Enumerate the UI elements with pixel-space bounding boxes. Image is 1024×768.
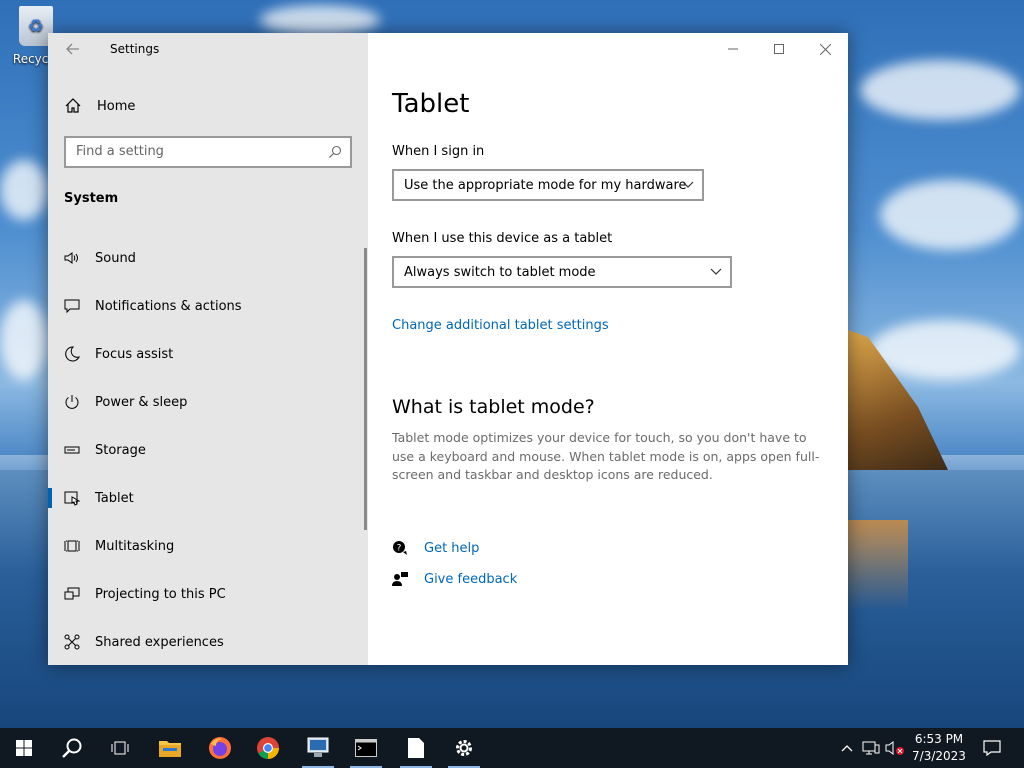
search-button[interactable] <box>48 728 96 768</box>
windows-logo-icon <box>16 740 32 756</box>
tablet-mode-value: Always switch to tablet mode <box>404 264 596 280</box>
notepad-button[interactable] <box>392 728 440 768</box>
sidebar-item-notifications[interactable]: Notifications & actions <box>48 282 368 330</box>
chrome-button[interactable] <box>244 728 292 768</box>
start-button[interactable] <box>0 728 48 768</box>
projecting-icon <box>64 587 80 600</box>
section-heading: System <box>64 191 119 206</box>
sidebar-item-label: Storage <box>95 442 146 458</box>
multitasking-icon <box>64 540 80 552</box>
minimize-button[interactable] <box>710 33 756 65</box>
sidebar-item-label: Power & sleep <box>95 394 188 410</box>
sign-in-value: Use the appropriate mode for my hardware <box>404 177 687 193</box>
moon-icon <box>65 346 80 362</box>
sidebar-item-tablet[interactable]: Tablet <box>48 474 368 522</box>
sidebar-item-sound[interactable]: Sound <box>48 234 368 282</box>
svg-text:?: ? <box>397 544 402 554</box>
notification-icon <box>983 740 1001 756</box>
page-title: Tablet <box>392 89 470 119</box>
title-bar[interactable]: Settings <box>48 33 368 66</box>
clock-date: 7/3/2023 <box>912 749 966 763</box>
chevron-down-icon <box>682 181 694 188</box>
give-feedback-link[interactable]: Give feedback <box>392 571 517 587</box>
sidebar-item-label: Projecting to this PC <box>95 586 226 602</box>
storage-icon <box>64 446 80 454</box>
firefox-icon <box>209 737 231 759</box>
sidebar-nav: Sound Notifications & actions Focus assi… <box>48 234 368 666</box>
power-icon <box>65 395 79 409</box>
sidebar: Settings Home Find a setting System Soun… <box>48 33 368 665</box>
remote-desktop-icon <box>307 737 329 757</box>
settings-window: Settings Home Find a setting System Soun… <box>48 33 848 665</box>
speaker-icon <box>64 252 78 264</box>
clock[interactable]: 6:53 PM 7/3/2023 <box>908 731 970 765</box>
search-icon <box>62 738 82 758</box>
sidebar-item-storage[interactable]: Storage <box>48 426 368 474</box>
chevron-up-icon <box>841 745 853 752</box>
close-button[interactable] <box>802 33 848 65</box>
settings-button[interactable] <box>440 728 488 768</box>
action-center-button[interactable] <box>978 728 1006 768</box>
additional-settings-link[interactable]: Change additional tablet settings <box>392 318 609 333</box>
network-tray[interactable] <box>860 728 882 768</box>
sidebar-item-label: Sound <box>95 250 136 266</box>
about-description: Tablet mode optimizes your device for to… <box>392 430 820 482</box>
home-nav-item[interactable]: Home <box>64 95 135 117</box>
search-placeholder: Find a setting <box>76 144 164 159</box>
volume-muted-icon <box>885 741 904 755</box>
firefox-button[interactable] <box>196 728 244 768</box>
task-view-icon <box>111 741 129 755</box>
sidebar-item-label: Shared experiences <box>95 634 224 650</box>
sidebar-item-shared-experiences[interactable]: Shared experiences <box>48 618 368 666</box>
terminal-icon <box>355 739 377 757</box>
network-icon <box>862 741 880 755</box>
close-icon <box>819 43 831 55</box>
about-heading: What is tablet mode? <box>392 396 595 418</box>
taskbar: 6:53 PM 7/3/2023 <box>0 728 1024 768</box>
sidebar-item-power-sleep[interactable]: Power & sleep <box>48 378 368 426</box>
home-label: Home <box>97 98 136 114</box>
shared-icon <box>64 634 80 650</box>
sign-in-label: When I sign in <box>392 144 485 159</box>
tablet-mode-dropdown[interactable]: Always switch to tablet mode <box>392 256 732 288</box>
give-feedback-label: Give feedback <box>424 571 518 587</box>
maximize-button[interactable] <box>756 33 802 65</box>
window-title: Settings <box>110 42 160 56</box>
file-explorer-button[interactable] <box>146 728 194 768</box>
notification-icon <box>64 299 80 314</box>
search-input[interactable]: Find a setting <box>64 136 352 168</box>
tablet-use-label: When I use this device as a tablet <box>392 231 613 246</box>
terminal-button[interactable] <box>342 728 390 768</box>
help-icon: ? <box>393 541 407 555</box>
back-arrow-icon[interactable] <box>64 40 82 58</box>
home-icon <box>65 98 81 113</box>
sidebar-item-label: Focus assist <box>95 346 174 362</box>
sidebar-item-multitasking[interactable]: Multitasking <box>48 522 368 570</box>
clock-time: 6:53 PM <box>914 732 964 746</box>
sidebar-scrollbar[interactable] <box>364 248 367 530</box>
volume-tray[interactable] <box>884 728 906 768</box>
document-icon <box>408 738 424 758</box>
main-content: Tablet When I sign in Use the appropriat… <box>368 33 848 665</box>
search-icon <box>329 145 342 158</box>
tray-chevron[interactable] <box>838 728 856 768</box>
chevron-down-icon <box>710 268 722 275</box>
get-help-link[interactable]: ? Get help <box>392 540 479 556</box>
minimize-icon <box>728 48 738 50</box>
feedback-icon <box>392 572 408 586</box>
task-view-button[interactable] <box>96 728 144 768</box>
sidebar-item-label: Notifications & actions <box>95 298 242 314</box>
sidebar-item-label: Tablet <box>95 490 134 506</box>
sidebar-item-projecting[interactable]: Projecting to this PC <box>48 570 368 618</box>
tablet-icon <box>64 491 80 506</box>
gear-icon <box>456 740 472 756</box>
sign-in-dropdown[interactable]: Use the appropriate mode for my hardware <box>392 169 704 201</box>
folder-icon <box>159 741 181 757</box>
maximize-icon <box>774 44 784 54</box>
get-help-label: Get help <box>424 540 480 556</box>
sidebar-item-label: Multitasking <box>95 538 175 554</box>
remote-desktop-button[interactable] <box>294 728 342 768</box>
chrome-icon <box>257 737 279 759</box>
sidebar-item-focus-assist[interactable]: Focus assist <box>48 330 368 378</box>
